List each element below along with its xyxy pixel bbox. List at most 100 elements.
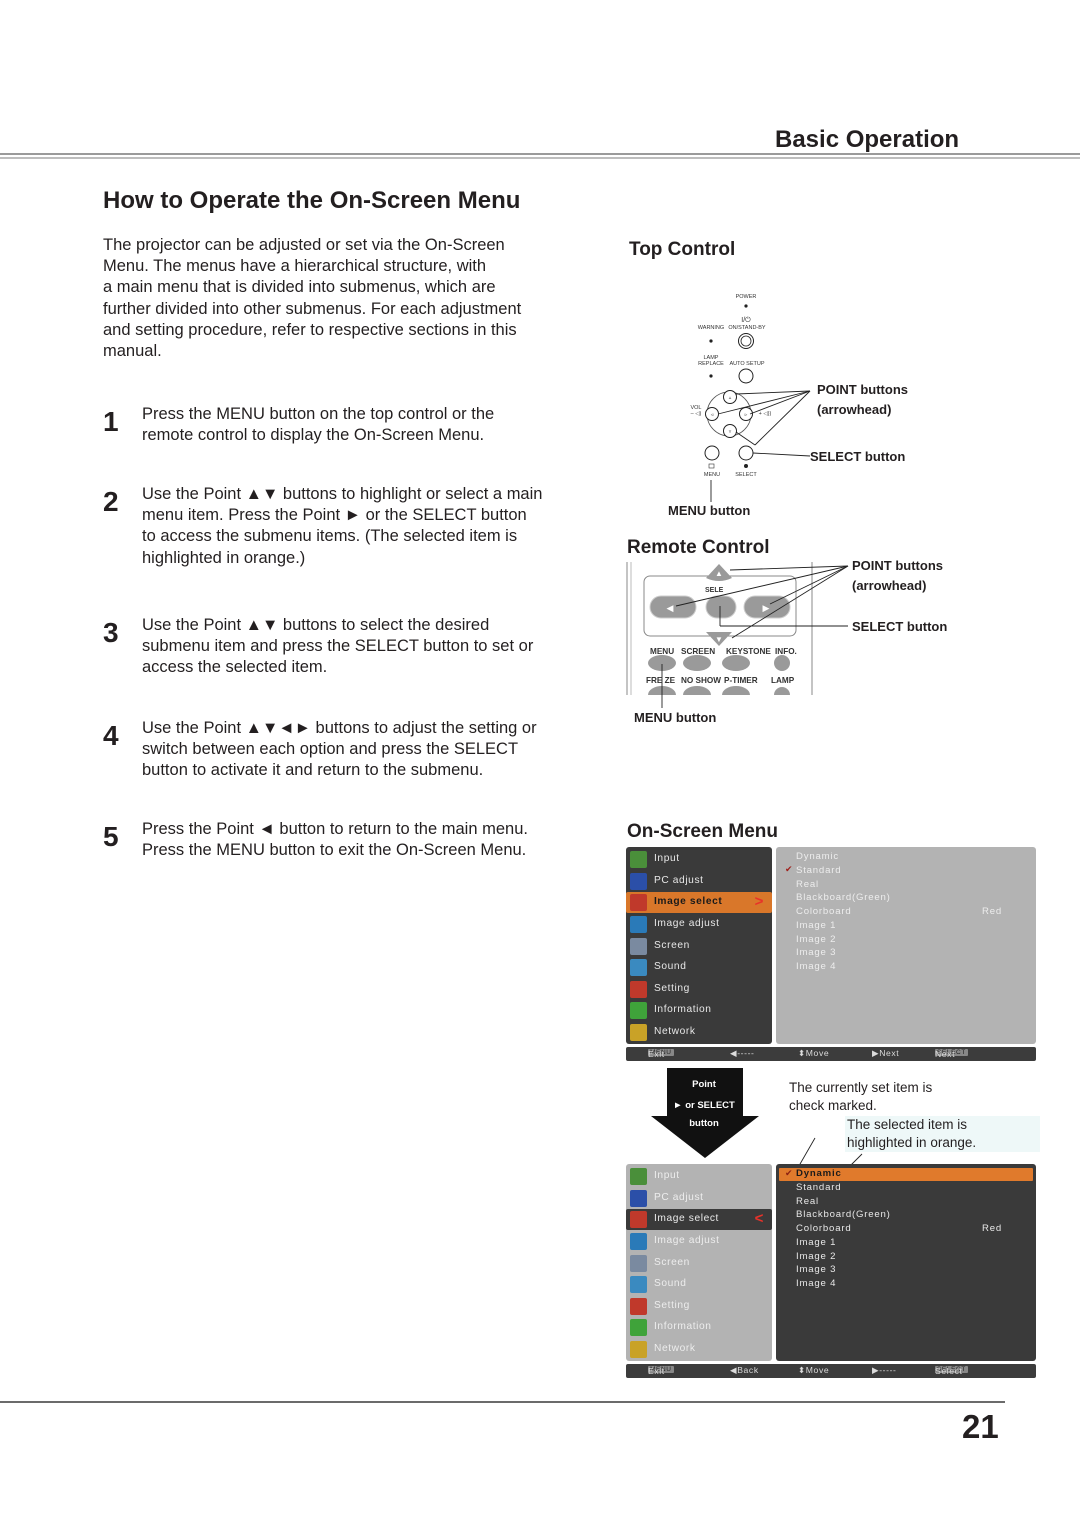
svg-text:▼: ▼ [715,635,723,644]
menu-item-network[interactable]: Network [626,1339,772,1360]
submenu-item[interactable]: Image 2 [796,1251,836,1265]
chevron-left-icon: < [754,1210,764,1227]
menu-item-screen[interactable]: Screen [626,1253,772,1274]
power-led [744,304,748,308]
network-icon [630,1024,647,1041]
menu-item-network[interactable]: Network [626,1022,772,1043]
menu-item-image-adjust[interactable]: Image adjust [626,1231,772,1252]
remote-keystone-key [722,655,750,671]
svg-text:◀: ◀ [667,603,674,613]
select-button [738,445,754,461]
menu-item-information[interactable]: Information [626,1000,772,1021]
main-menu-panel: Input PC adjust Image select > Image adju… [626,847,772,1044]
remote-key-label: INFO. [775,647,797,656]
menu-item-image-select[interactable]: Image select < [626,1209,772,1230]
submenu-item[interactable]: Image 1 [796,920,836,934]
svg-text:▶: ▶ [763,603,770,613]
step-number: 1 [103,406,119,437]
submenu-item[interactable]: Real [796,1196,819,1210]
submenu-item[interactable]: Image 2 [796,934,836,948]
submenu-item[interactable]: Real [796,879,819,893]
page-number: 21 [962,1408,999,1445]
callout-line: POINT buttons [852,558,943,573]
submenu-item-selected[interactable]: Dynamic [796,1168,842,1182]
step-line: button to activate it and return to the … [142,761,484,780]
arrow-text: button [689,1118,719,1129]
menu-item-sound[interactable]: Sound [626,957,772,978]
footer-rule [0,1401,1005,1403]
replace-label: REPLACE [698,361,724,367]
menu-item-input[interactable]: Input [626,1166,772,1187]
step-line: Press the MENU button to exit the On-Scr… [142,841,527,860]
menu-item-label: Sound [654,961,687,972]
submenu-item[interactable]: Blackboard(Green) [796,892,891,906]
submenu-item[interactable]: Blackboard(Green) [796,1209,891,1223]
step-text: Press the Point ◄ button to return to th… [142,819,582,861]
step-line: switch between each option and press the… [142,740,519,759]
top-control-diagram: ▵ ◃ ▹ ▿ POWER I/⏻ WARNING ON/STAND-BY LA… [620,280,940,520]
menu-item-pc-adjust[interactable]: PC adjust [626,871,772,892]
intro-line: and setting procedure, refer to respecti… [103,320,517,339]
remote-key-label: LAMP [771,676,795,685]
warning-label: WARNING [697,325,725,331]
vol-minus-label: – ◁) [690,411,702,417]
submenu-item[interactable]: Image 4 [796,961,836,975]
menu-item-pc-adjust[interactable]: PC adjust [626,1188,772,1209]
submenu-item[interactable]: Standard [796,865,841,879]
image-select-icon [630,894,647,911]
step-text: Use the Point ▲▼ buttons to highlight or… [142,484,582,569]
menu-item-input[interactable]: Input [626,849,772,870]
screen-icon [630,938,647,955]
top-control-title: Top Control [629,239,736,260]
status-text: Exit [648,1049,665,1059]
submenu-item[interactable]: Colorboard [796,1223,851,1237]
remote-select-partial-label: SELE [705,587,724,594]
submenu-item[interactable]: Image 1 [796,1237,836,1251]
step-line: to access the submenu items. (The select… [142,527,518,546]
menu-item-screen[interactable]: Screen [626,936,772,957]
step-line: Press the MENU button on the top control… [142,405,495,423]
menu-item-label: Screen [654,1257,690,1268]
remote-menu-button-callout: MENU button [634,710,717,725]
menu-item-label: Image select [654,896,723,907]
submenu-item[interactable]: Dynamic [796,851,839,865]
select-label: SELECT [735,472,757,478]
menu-item-image-select[interactable]: Image select > [626,892,772,913]
arrow-text: Point [692,1079,716,1090]
menu-item-setting[interactable]: Setting [626,1296,772,1317]
page-heading: How to Operate the On-Screen Menu [103,187,521,214]
step-line: Press the Point ◄ button to return to th… [142,820,528,838]
intro-line: Menu. The menus have a hierarchical stru… [103,257,487,276]
submenu-item[interactable]: Colorboard [796,906,851,920]
image-adjust-icon [630,916,647,933]
down-arrow-indicator: Point ► or SELECT button [651,1068,761,1165]
main-menu-panel: Input PC adjust Image select < Image adju… [626,1164,772,1361]
submenu-item[interactable]: Image 3 [796,947,836,961]
menu-button-callout: MENU button [668,503,751,518]
status-right: ▶----- [872,1365,897,1375]
remote-key-label: NO SHOW [681,676,722,685]
remote-key-label: KEYSTONE [726,647,771,656]
menu-item-image-adjust[interactable]: Image adjust [626,914,772,935]
menu-item-label: Network [654,1343,696,1354]
intro-line: The projector can be adjusted or set via… [103,236,505,254]
submenu-item[interactable]: Image 4 [796,1278,836,1292]
remote-key-label: P-TIMER [724,676,758,685]
submenu-item[interactable]: Standard [796,1182,841,1196]
status-right: ▶Next [872,1048,900,1058]
intro-line: further divided into other submenus. For… [103,299,522,318]
lamp-led [709,374,713,378]
intro-line: a main menu that is divided into submenu… [103,278,496,297]
remote-key-label: FRE ZE [646,676,676,685]
submenu-item[interactable]: Image 3 [796,1264,836,1278]
input-icon [630,851,647,868]
step-line: Use the Point ▲▼◄► buttons to adjust the… [142,719,537,737]
status-left: ◀Back [730,1365,759,1375]
menu-item-information[interactable]: Information [626,1317,772,1338]
menu-item-setting[interactable]: Setting [626,979,772,1000]
menu-item-sound[interactable]: Sound [626,1274,772,1295]
on-standby-symbol: I/⏻ [741,317,751,324]
callout-line: POINT buttons [817,382,908,397]
section-title: Basic Operation [775,126,960,153]
menu-label: MENU [703,472,721,478]
